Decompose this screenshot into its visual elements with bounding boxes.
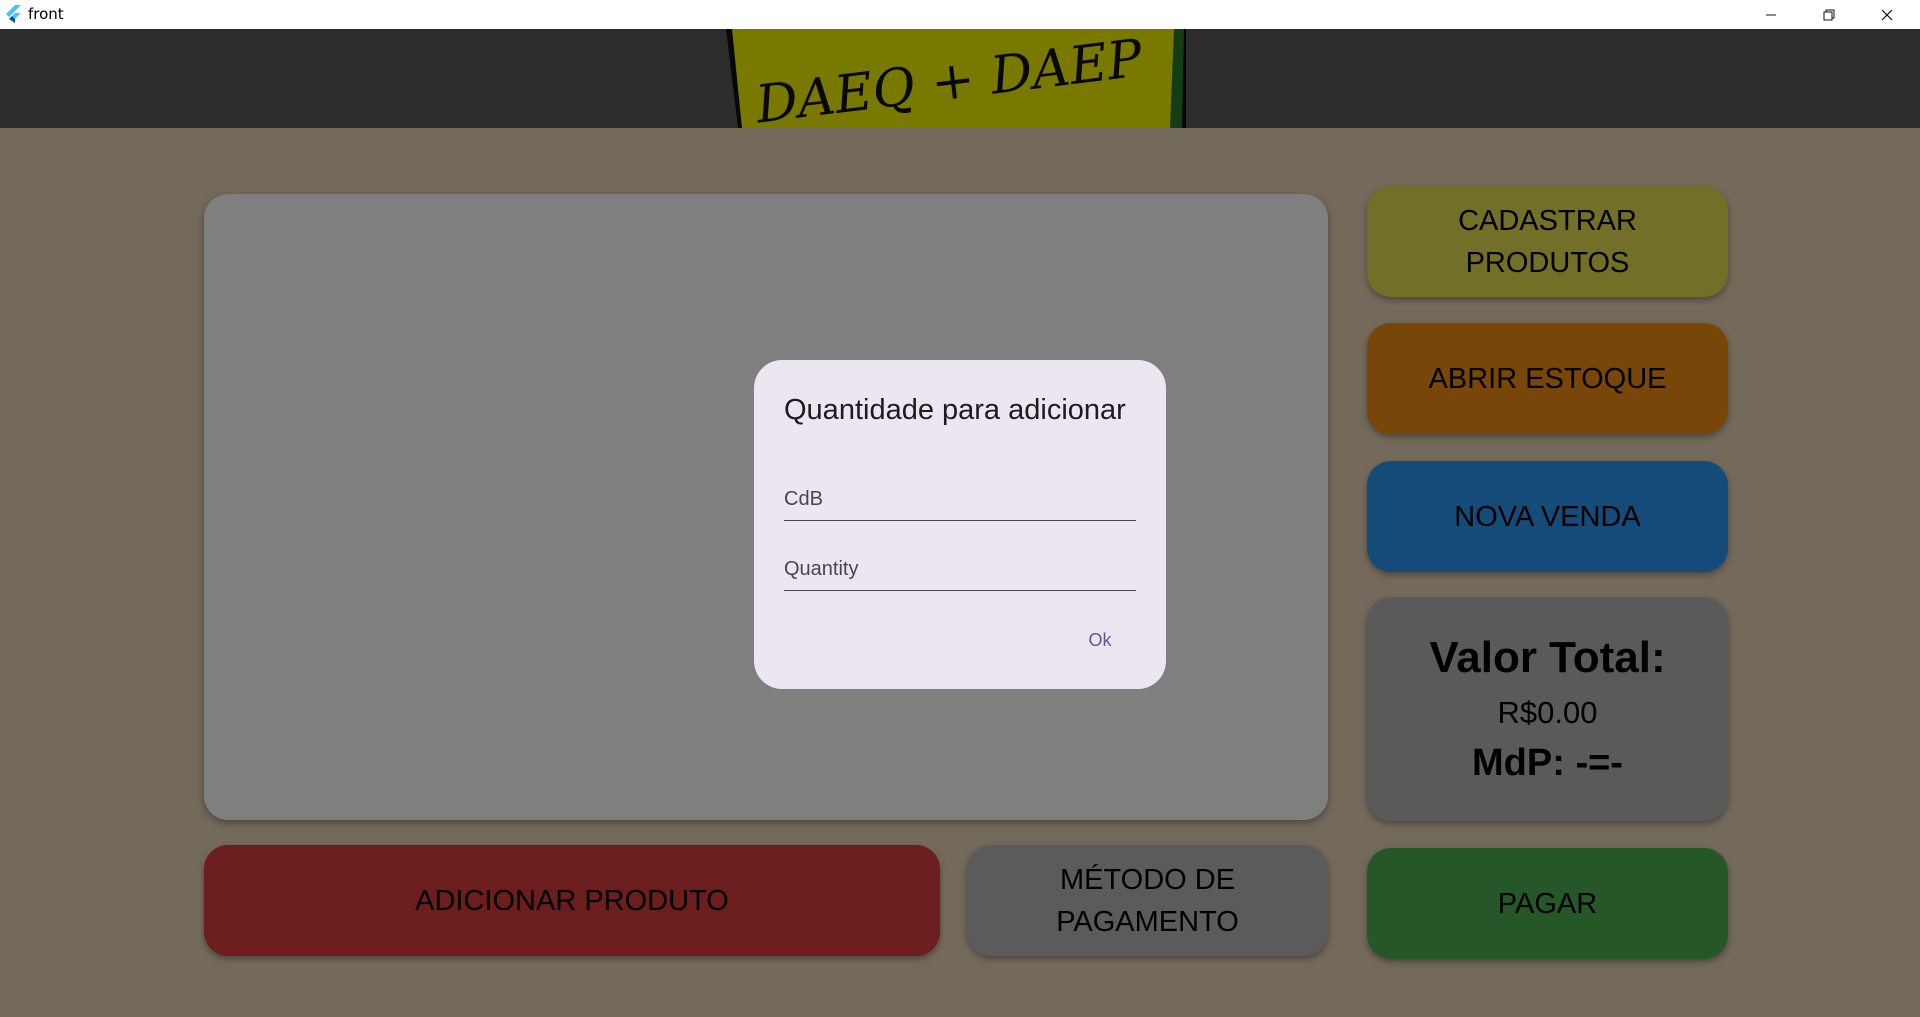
close-button[interactable] xyxy=(1858,0,1916,29)
dialog-title: Quantidade para adicionar xyxy=(784,394,1126,426)
flutter-app-icon xyxy=(6,5,21,23)
cdb-input[interactable] xyxy=(784,464,1136,520)
close-icon xyxy=(1881,9,1893,20)
quantity-field[interactable] xyxy=(784,534,1136,591)
restore-button[interactable] xyxy=(1800,0,1858,29)
window-title-bar: front xyxy=(0,0,1920,30)
minimize-button[interactable] xyxy=(1742,0,1800,29)
quantity-input[interactable] xyxy=(784,534,1136,590)
ok-button[interactable]: Ok xyxy=(1070,622,1130,658)
minimize-icon xyxy=(1766,14,1776,15)
restore-icon xyxy=(1823,9,1835,20)
window-title: front xyxy=(28,5,64,23)
cdb-field[interactable] xyxy=(784,464,1136,521)
